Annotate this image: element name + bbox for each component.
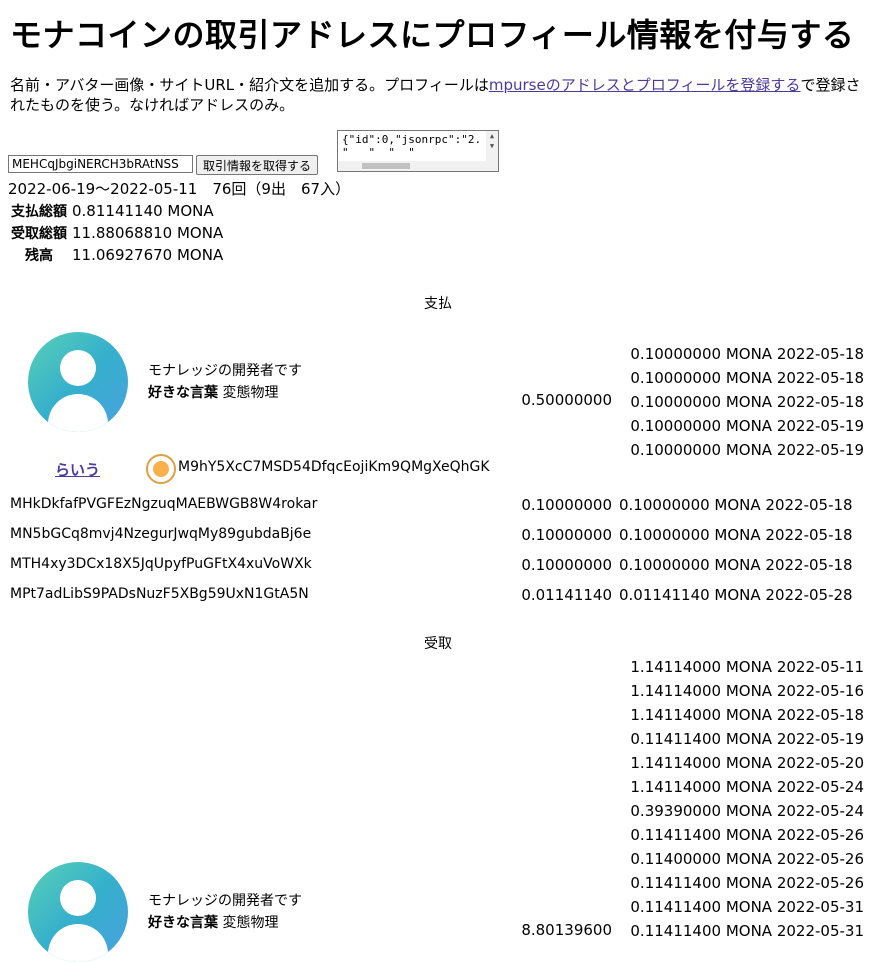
pay-row-address: MHkDkfafPVGFEzNgzuqMAEBWGB8W4rokar — [10, 496, 318, 512]
profile-total: 8.80139600 — [521, 921, 612, 939]
pay-row-total: 0.01141140 — [521, 586, 612, 604]
receive-tx-list: 1.14114000 MONA 2022-05-11 1.14114000 MO… — [560, 655, 864, 943]
tx-item: 0.11411400 MONA 2022-05-26 — [630, 874, 864, 892]
profile-address: M9hY5XcC7MSD54DfqcEojiKm9QMgXeQhGK — [178, 459, 490, 475]
profile-name-link[interactable]: らいう — [55, 459, 100, 480]
address-input[interactable] — [8, 155, 193, 173]
favorite-value: 変態物理 — [222, 385, 279, 401]
pay-row-address: MTH4xy3DCx18X5JqUpyfPuGFtX4xuVoWXk — [10, 556, 312, 572]
tx-item: 0.10000000 MONA 2022-05-18 — [630, 369, 864, 387]
tx-item: 0.10000000 MONA 2022-05-19 — [630, 441, 864, 459]
summary-table: 支払総額 0.81141140 MONA 受取総額 11.88068810 MONA… — [8, 200, 225, 266]
tx-item: 0.11400000 MONA 2022-05-26 — [630, 850, 864, 868]
receive-section-heading: 受取 — [424, 636, 452, 652]
pay-row-address: MN5bGCq8mvj4NzegurJwqMy89gubdaBj6e — [10, 526, 312, 542]
page-description: 名前・アバター画像・サイトURL・紹介文を追加する。プロフィールはmpurseの… — [10, 75, 870, 115]
profile-intro: モナレッジの開発者です — [148, 363, 302, 379]
tx-item: 0.10000000 MONA 2022-05-18 — [630, 345, 864, 363]
pay-row-tx: 0.10000000 MONA 2022-05-18 — [619, 496, 853, 514]
pay-row-total: 0.10000000 — [521, 556, 612, 574]
favorite-label: 好きな言葉 — [148, 915, 218, 931]
tx-item: 1.14114000 MONA 2022-05-16 — [630, 682, 864, 700]
profile-intro: モナレッジの開発者です — [148, 893, 302, 909]
favorite-value: 変態物理 — [222, 915, 279, 931]
description-text-1: 名前・アバター画像・サイトURL・紹介文を追加する。プロフィールは — [10, 76, 489, 94]
summary-label: 受取総額 — [11, 226, 67, 242]
tx-item: 0.39390000 MONA 2022-05-24 — [630, 802, 864, 820]
tx-item: 1.14114000 MONA 2022-05-20 — [630, 754, 864, 772]
avatar — [28, 332, 128, 432]
tx-item: 1.14114000 MONA 2022-05-24 — [630, 778, 864, 796]
pay-row-tx: 0.01141140 MONA 2022-05-28 — [619, 586, 853, 604]
pay-row-tx: 0.10000000 MONA 2022-05-18 — [619, 526, 853, 544]
profile-register-link[interactable]: mpurseのアドレスとプロフィールを登録する — [489, 76, 801, 94]
profile-favorite: 好きな言葉 変態物理 — [148, 382, 302, 404]
tx-item: 0.11411400 MONA 2022-05-31 — [630, 898, 864, 916]
fetch-transactions-button[interactable]: 取引情報を取得する — [196, 155, 319, 175]
summary-row: 残高 11.06927670 MONA — [8, 244, 225, 266]
summary-value: 11.06927670 MONA — [72, 246, 224, 264]
json-line-2: " " " " — [342, 146, 415, 159]
summary-value: 11.88068810 MONA — [72, 224, 224, 242]
date-range-summary: 2022-06-19〜2022-05-11 76回（9出 67入） — [8, 180, 351, 198]
summary-label: 残高 — [25, 248, 53, 264]
tx-item: 1.14114000 MONA 2022-05-11 — [630, 658, 864, 676]
profile-tx-list: 0.10000000 MONA 2022-05-18 0.10000000 MO… — [560, 342, 864, 462]
pay-section-heading: 支払 — [424, 296, 452, 312]
avatar — [28, 862, 128, 962]
json-response-textarea[interactable]: {"id":0,"jsonrpc":"2. " " " " ▲ ▼ — [337, 130, 499, 172]
tx-item: 0.10000000 MONA 2022-05-19 — [630, 417, 864, 435]
profile-info: モナレッジの開発者です 好きな言葉 変態物理 — [148, 890, 302, 934]
tx-item: 1.14114000 MONA 2022-05-18 — [630, 706, 864, 724]
pay-row-total: 0.10000000 — [521, 496, 612, 514]
vertical-scrollbar[interactable]: ▲ ▼ — [486, 131, 498, 171]
pay-row-tx: 0.10000000 MONA 2022-05-18 — [619, 556, 853, 574]
summary-row: 受取総額 11.88068810 MONA — [8, 222, 225, 244]
tx-item: 0.10000000 MONA 2022-05-18 — [630, 393, 864, 411]
json-line-1: {"id":0,"jsonrpc":"2. — [342, 133, 482, 146]
favorite-label: 好きな言葉 — [148, 385, 218, 401]
summary-label: 支払総額 — [11, 204, 67, 220]
cat-avatar-icon — [146, 454, 176, 484]
profile-info: モナレッジの開発者です 好きな言葉 変態物理 — [148, 360, 302, 404]
summary-value: 0.81141140 MONA — [72, 202, 214, 220]
summary-row: 支払総額 0.81141140 MONA — [8, 200, 225, 222]
page-title: モナコインの取引アドレスにプロフィール情報を付与する — [10, 16, 855, 54]
profile-favorite: 好きな言葉 変態物理 — [148, 912, 302, 934]
scrollbar-thumb[interactable] — [362, 163, 410, 169]
tx-item: 0.11411400 MONA 2022-05-19 — [630, 730, 864, 748]
pay-row-total: 0.10000000 — [521, 526, 612, 544]
horizontal-scrollbar[interactable] — [338, 161, 486, 171]
pay-row-address: MPt7adLibS9PADsNuzF5XBg59UxN1GtA5N — [10, 586, 309, 602]
tx-item: 0.11411400 MONA 2022-05-26 — [630, 826, 864, 844]
